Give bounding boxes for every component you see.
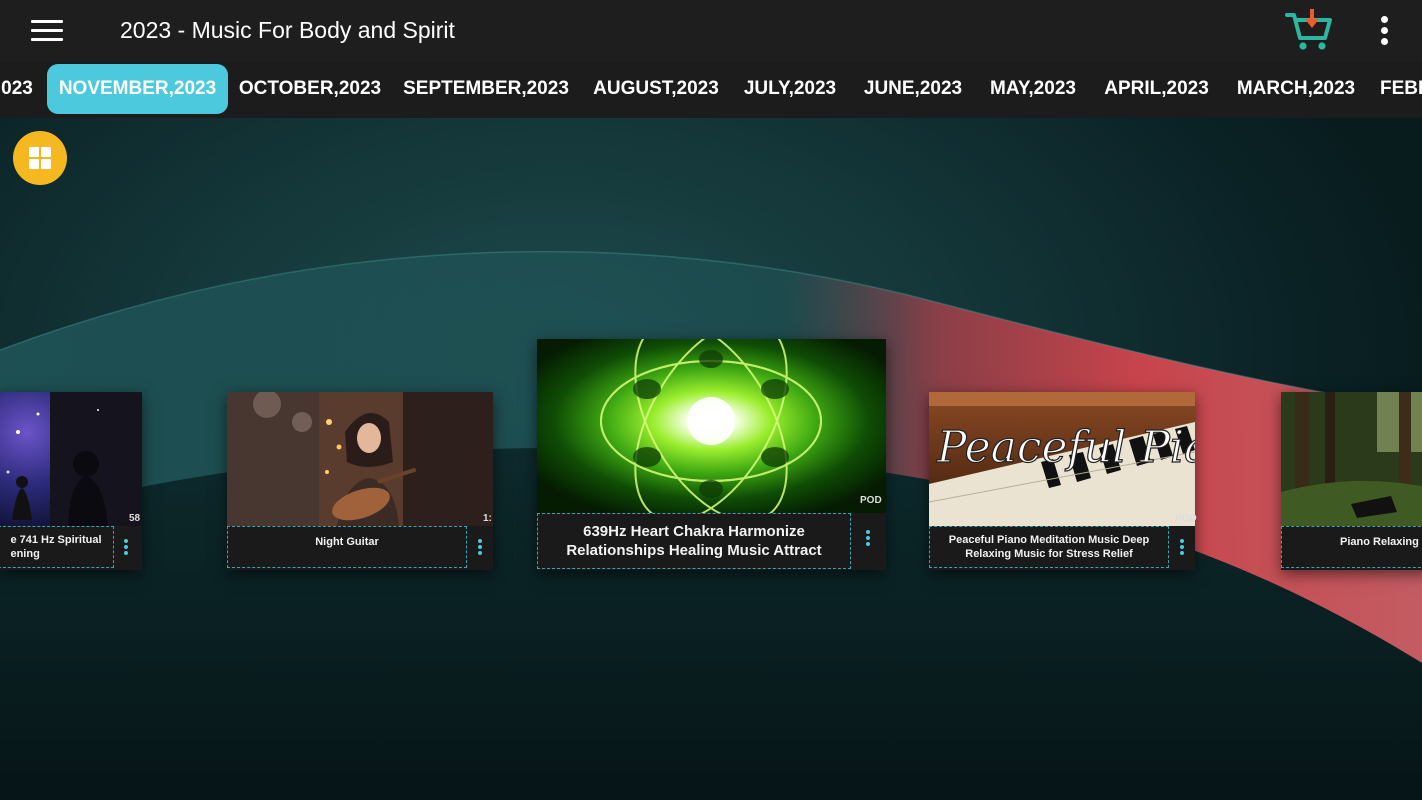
tab-february-2023[interactable]: FEBR xyxy=(1380,64,1422,114)
duration-label: 1: xyxy=(483,513,492,524)
video-title: e 741 Hz Spiritual ening xyxy=(0,526,114,568)
tab-december-2023[interactable]: 023 xyxy=(0,64,36,114)
video-card[interactable]: POD 639Hz Heart Chakra Harmonize Relation… xyxy=(537,339,886,570)
tab-august-2023[interactable]: AUGUST,2023 xyxy=(588,64,724,114)
video-thumbnail xyxy=(227,392,493,526)
video-title: Night Guitar xyxy=(227,526,467,568)
app-root: 2023 - Music For Body and Spirit 023 NOV… xyxy=(0,0,1422,800)
cart-download-icon[interactable] xyxy=(1284,6,1334,54)
card-options-icon[interactable] xyxy=(478,539,482,555)
duration-label: 58 xyxy=(129,513,141,524)
tab-april-2023[interactable]: APRIL,2023 xyxy=(1098,64,1215,114)
video-card[interactable]: 1: Night Guitar xyxy=(227,392,493,570)
tab-march-2023[interactable]: MARCH,2023 xyxy=(1230,64,1362,114)
page-title: 2023 - Music For Body and Spirit xyxy=(120,17,455,43)
carousel-area: 58 e 741 Hz Spiritual ening 1: Night Gui… xyxy=(0,118,1422,800)
month-tab-strip: 023 NOVEMBER,2023 OCTOBER,2023 SEPTEMBER… xyxy=(0,62,1422,118)
tab-may-2023[interactable]: MAY,2023 xyxy=(983,64,1083,114)
tab-october-2023[interactable]: OCTOBER,2023 xyxy=(236,64,384,114)
card-options-icon[interactable] xyxy=(124,539,128,555)
video-thumbnail xyxy=(537,339,886,513)
video-title: 639Hz Heart Chakra Harmonize Relationship… xyxy=(537,513,851,569)
video-card[interactable]: Piano Relaxing xyxy=(1281,392,1422,570)
video-title: Peaceful Piano Meditation Music Deep Rela… xyxy=(929,526,1169,568)
video-thumbnail xyxy=(0,392,142,526)
hamburger-menu-icon[interactable] xyxy=(24,13,70,49)
tab-november-2023[interactable]: NOVEMBER,2023 xyxy=(47,64,228,114)
badge-pod: POD xyxy=(1175,513,1197,524)
video-card[interactable]: Peaceful Piano POD Peaceful Piano Medita… xyxy=(929,392,1197,570)
video-title: Piano Relaxing xyxy=(1281,526,1422,568)
more-vertical-icon[interactable] xyxy=(1368,12,1402,50)
card-options-icon[interactable] xyxy=(1180,539,1184,555)
tab-june-2023[interactable]: JUNE,2023 xyxy=(857,64,969,114)
thumbnail-text: Peaceful Piano xyxy=(936,422,1195,473)
tab-september-2023[interactable]: SEPTEMBER,2023 xyxy=(398,64,574,114)
video-card[interactable]: 58 e 741 Hz Spiritual ening xyxy=(0,392,142,570)
top-app-bar: 2023 - Music For Body and Spirit xyxy=(0,0,1422,62)
tab-july-2023[interactable]: JULY,2023 xyxy=(738,64,842,114)
grid-view-icon[interactable] xyxy=(13,131,67,185)
video-thumbnail: Peaceful Piano xyxy=(929,392,1195,526)
video-thumbnail xyxy=(1281,392,1422,526)
badge-pod: POD xyxy=(860,495,882,506)
card-options-icon[interactable] xyxy=(866,530,870,546)
